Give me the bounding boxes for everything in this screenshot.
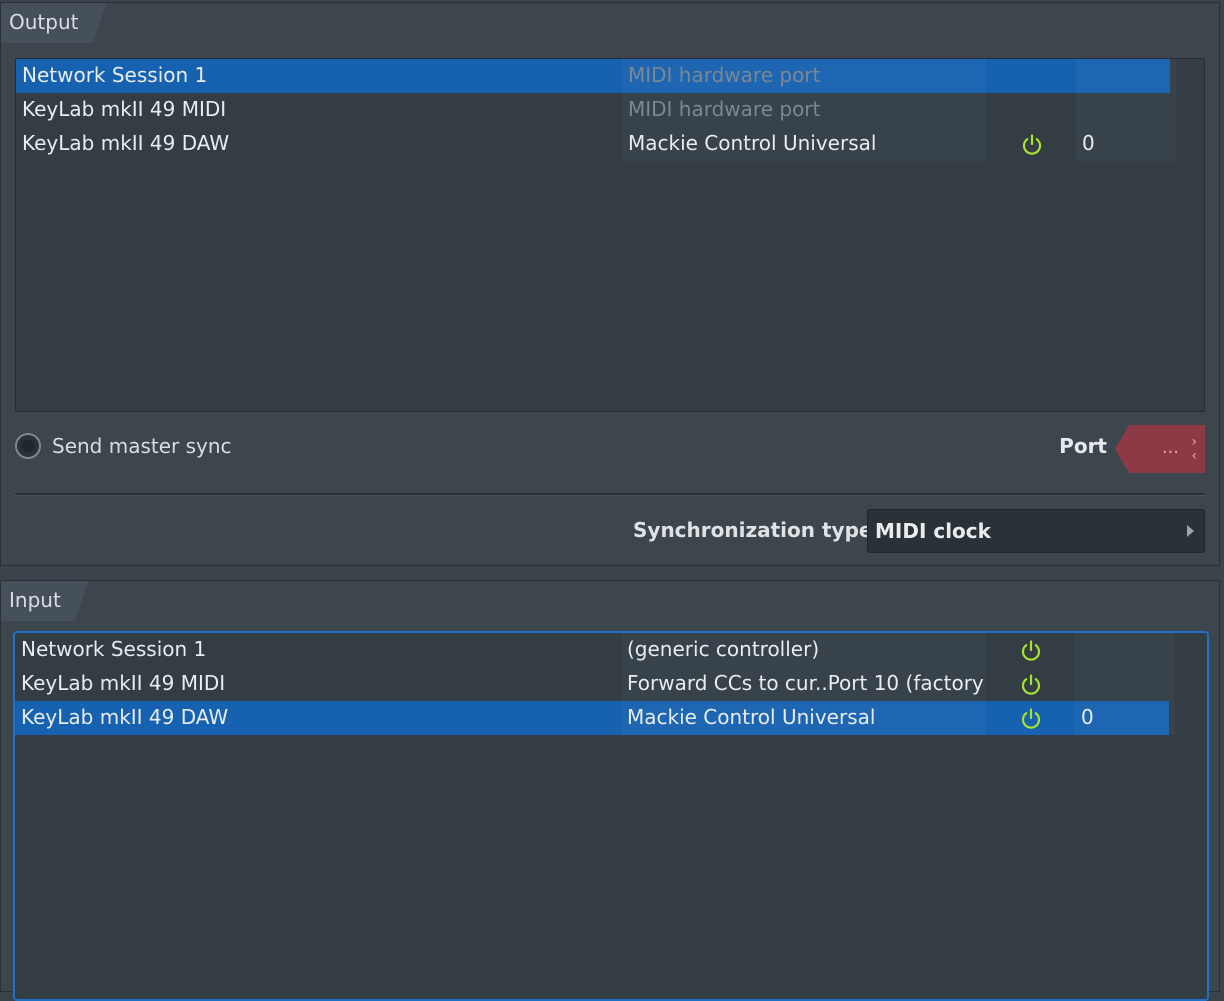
output-port-number[interactable] bbox=[1076, 59, 1176, 93]
input-row[interactable]: KeyLab mkII 49 DAW Mackie Control Univer… bbox=[15, 701, 1169, 735]
output-controller-type[interactable]: Mackie Control Universal bbox=[622, 127, 986, 161]
output-panel-title: Output bbox=[1, 3, 106, 43]
sync-type-label: Synchronization type bbox=[633, 518, 873, 542]
input-row[interactable]: KeyLab mkII 49 MIDI Forward CCs to cur..… bbox=[15, 667, 1175, 701]
output-port-number[interactable] bbox=[1076, 93, 1176, 127]
input-panel-title: Input bbox=[1, 581, 89, 621]
output-device-list[interactable]: Network Session 1 MIDI hardware port Key… bbox=[15, 58, 1205, 412]
output-controller-type[interactable]: MIDI hardware port bbox=[622, 93, 986, 127]
output-enable-cell[interactable] bbox=[980, 59, 1076, 93]
input-enable-cell[interactable] bbox=[979, 633, 1075, 667]
chevron-right-icon bbox=[1187, 525, 1194, 537]
output-enable-cell[interactable] bbox=[980, 93, 1076, 127]
input-controller-type[interactable]: Forward CCs to cur..Port 10 (factory) bbox=[621, 667, 985, 701]
power-icon[interactable] bbox=[1019, 673, 1043, 697]
input-port-number[interactable]: 0 bbox=[1075, 701, 1175, 735]
input-port-number[interactable] bbox=[1075, 633, 1175, 667]
sync-type-dropdown[interactable]: MIDI clock bbox=[867, 509, 1205, 553]
input-panel: Input Network Session 1 (generic control… bbox=[0, 580, 1220, 1001]
port-label: Port bbox=[1059, 434, 1107, 458]
port-stepper-icon: › ‹ bbox=[1191, 434, 1197, 464]
input-device-list[interactable]: Network Session 1 (generic controller) K… bbox=[13, 631, 1209, 1001]
port-selector-value: ... bbox=[1161, 437, 1179, 458]
output-row[interactable]: KeyLab mkII 49 DAW Mackie Control Univer… bbox=[16, 127, 1176, 161]
power-icon[interactable] bbox=[1019, 639, 1043, 663]
output-enable-cell[interactable] bbox=[980, 127, 1076, 161]
power-icon[interactable] bbox=[1020, 133, 1044, 157]
output-port-number[interactable]: 0 bbox=[1076, 127, 1176, 161]
input-controller-type[interactable]: Mackie Control Universal bbox=[621, 701, 985, 735]
power-icon[interactable] bbox=[1019, 707, 1043, 731]
output-row[interactable]: KeyLab mkII 49 MIDI MIDI hardware port bbox=[16, 93, 1176, 127]
input-device-name: KeyLab mkII 49 MIDI bbox=[21, 671, 226, 695]
input-device-name: Network Session 1 bbox=[21, 637, 207, 661]
output-controller-type[interactable]: MIDI hardware port bbox=[622, 59, 986, 93]
output-row[interactable]: Network Session 1 MIDI hardware port bbox=[16, 59, 1170, 93]
output-panel: Output Network Session 1 MIDI hardware p… bbox=[0, 2, 1220, 566]
output-device-name: KeyLab mkII 49 DAW bbox=[22, 131, 230, 155]
send-master-sync-label[interactable]: Send master sync bbox=[52, 431, 232, 461]
send-master-sync-row: Send master sync Port ... › ‹ bbox=[15, 425, 1205, 473]
input-row[interactable]: Network Session 1 (generic controller) bbox=[15, 633, 1175, 667]
input-device-name: KeyLab mkII 49 DAW bbox=[21, 705, 229, 729]
divider bbox=[15, 493, 1205, 496]
port-selector-button[interactable]: ... › ‹ bbox=[1115, 425, 1205, 473]
output-device-name: KeyLab mkII 49 MIDI bbox=[22, 97, 227, 121]
input-enable-cell[interactable] bbox=[979, 701, 1075, 735]
output-device-name: Network Session 1 bbox=[22, 63, 208, 87]
send-master-sync-radio[interactable] bbox=[15, 433, 41, 459]
input-enable-cell[interactable] bbox=[979, 667, 1075, 701]
input-port-number[interactable] bbox=[1075, 667, 1175, 701]
input-controller-type[interactable]: (generic controller) bbox=[621, 633, 985, 667]
sync-type-value: MIDI clock bbox=[875, 519, 991, 543]
